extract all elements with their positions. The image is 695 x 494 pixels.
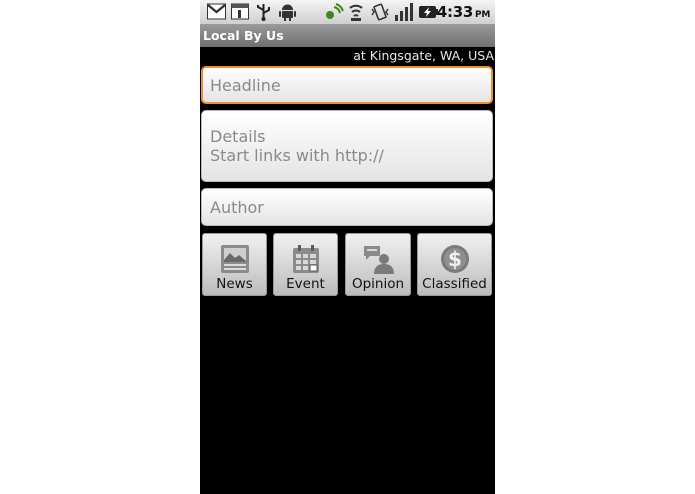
gps-icon xyxy=(326,3,344,19)
author-input[interactable]: Author xyxy=(201,188,493,226)
signal-icon xyxy=(395,3,413,21)
title-bar: Local By Us xyxy=(200,24,495,47)
calendar-icon xyxy=(231,3,249,20)
android-icon xyxy=(279,4,296,21)
event-label: Event xyxy=(286,276,325,292)
details-input[interactable]: Details Start links with http:// xyxy=(201,110,493,182)
news-icon xyxy=(220,245,249,273)
calendar-grid-icon xyxy=(292,245,319,273)
headline-input[interactable]: Headline xyxy=(201,66,493,104)
status-bar[interactable]: 4:33 PM xyxy=(200,0,495,24)
gmail-icon xyxy=(207,3,226,20)
details-placeholder-line1: Details xyxy=(210,127,266,146)
app-title: Local By Us xyxy=(203,28,284,43)
opinion-icon xyxy=(364,246,394,274)
details-placeholder-line2: Start links with http:// xyxy=(210,146,384,165)
news-button[interactable]: News xyxy=(202,233,267,296)
classified-button[interactable]: $ Classified xyxy=(417,233,492,296)
classified-label: Classified xyxy=(422,276,487,292)
news-label: News xyxy=(216,276,253,292)
headline-placeholder: Headline xyxy=(210,76,281,95)
usb-icon xyxy=(257,4,270,21)
status-clock: 4:33 PM xyxy=(437,3,490,21)
opinion-button[interactable]: Opinion xyxy=(345,233,411,296)
opinion-label: Opinion xyxy=(351,276,405,292)
wifi-icon xyxy=(349,4,363,21)
battery-charging-icon xyxy=(419,6,438,18)
dollar-coin-icon: $ xyxy=(440,245,469,273)
event-button[interactable]: Event xyxy=(273,233,338,296)
author-placeholder: Author xyxy=(210,198,264,217)
status-ampm: PM xyxy=(475,10,490,20)
phone-screen: 4:33 PM Local By Us at Kingsgate, WA, USA… xyxy=(200,0,495,494)
location-label: at Kingsgate, WA, USA xyxy=(353,48,494,63)
svg-text:$: $ xyxy=(448,247,462,271)
status-time: 4:33 xyxy=(436,3,474,21)
vibrate-icon xyxy=(371,3,389,21)
